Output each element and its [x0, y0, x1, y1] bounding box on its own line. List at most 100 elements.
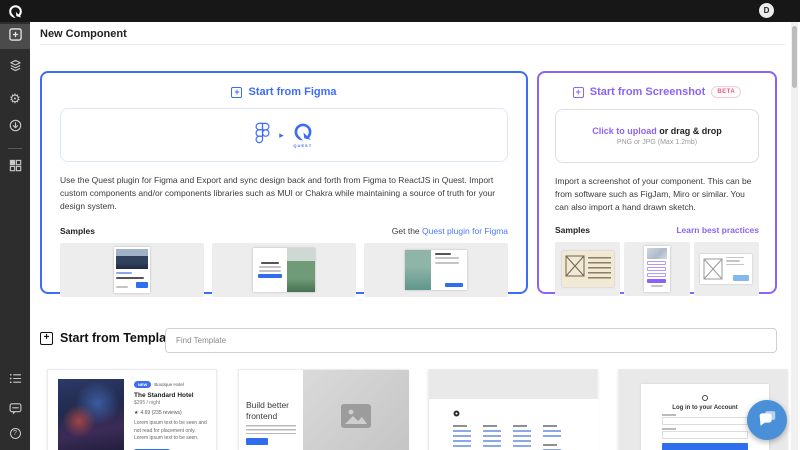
sidebar-item-changelog[interactable] — [0, 370, 30, 392]
text-line — [435, 257, 459, 259]
thumb-button — [647, 279, 666, 284]
start-from-screenshot-header[interactable]: + Start from Screenshot BETA — [539, 86, 775, 98]
login-logo-icon — [702, 395, 708, 401]
screenshot-card-description: Import a screenshot of your component. T… — [555, 175, 759, 215]
thumb-photo — [287, 248, 315, 292]
plugin-link-line: Get the Quest plugin for Figma — [392, 226, 508, 236]
text-line — [726, 257, 744, 259]
hotel-info: NEW Boutique Hotel The Standard Hotel $2… — [134, 381, 210, 450]
hotel-category: Boutique Hotel — [154, 382, 184, 387]
thumb-input — [647, 273, 666, 277]
wireframe-x-icon — [703, 257, 723, 281]
thumb-button — [258, 274, 282, 278]
figma-samples — [60, 243, 508, 297]
thumb-button — [445, 283, 463, 287]
new-badge: NEW — [134, 381, 151, 388]
template-card-hotel[interactable]: NEW Boutique Hotel The Standard Hotel $2… — [47, 369, 217, 450]
gear-icon: ⚙ — [9, 92, 21, 105]
figma-sample-listing-card[interactable] — [60, 243, 204, 297]
click-to-upload-link[interactable]: Click to upload — [592, 126, 657, 136]
text-line — [261, 262, 279, 264]
screenshot-samples — [555, 242, 759, 296]
figma-logo-icon — [255, 122, 270, 149]
list-icon — [9, 372, 22, 390]
link-list — [453, 430, 471, 450]
drag-drop-text: or drag & drop — [657, 126, 722, 136]
left-sidebar: ⚙ ? — [0, 22, 30, 450]
user-avatar[interactable]: D — [759, 3, 774, 18]
thumb-button — [246, 438, 268, 445]
column-header — [453, 425, 467, 427]
screenshot-sample-sketch[interactable] — [555, 242, 620, 296]
template-section-title: Start from Template — [60, 331, 177, 345]
sidebar-item-feedback[interactable] — [0, 400, 30, 422]
hotel-body-text: Lorem ipsum text to be seen and not read… — [134, 420, 210, 443]
sample-thumbnail — [114, 247, 150, 293]
plus-square-icon — [9, 28, 22, 46]
text-line — [116, 272, 132, 274]
image-placeholder-icon — [340, 403, 372, 434]
best-practices-link[interactable]: Learn best practices — [676, 225, 759, 235]
template-card-footer[interactable] — [428, 369, 598, 450]
sidebar-item-components[interactable] — [0, 157, 30, 179]
figma-sample-checkout-form[interactable] — [364, 243, 508, 297]
figma-sample-login-form[interactable] — [212, 243, 356, 297]
column-header — [543, 425, 557, 427]
thumb-input — [662, 431, 748, 439]
hero-text-panel: Build better frontend — [239, 370, 303, 450]
thumb-input — [662, 417, 748, 425]
screenshot-sample-mobile-form[interactable] — [624, 242, 689, 296]
hotel-photo — [58, 379, 124, 450]
upload-dropzone[interactable]: Click to upload or drag & drop PNG or JP… — [555, 109, 759, 163]
link-list — [543, 430, 561, 440]
footer-band — [429, 399, 599, 450]
help-icon: ? — [10, 428, 21, 439]
hero-heading: Build better frontend — [246, 400, 296, 421]
sample-thumbnail — [644, 246, 670, 292]
sidebar-item-new-component[interactable] — [0, 24, 30, 49]
sidebar-item-help[interactable]: ? — [0, 422, 30, 444]
text-line — [435, 262, 459, 264]
screenshot-samples-label: Samples — [555, 225, 590, 235]
quest-logo-blue: QUEST — [293, 122, 313, 148]
quest-logo-icon[interactable] — [8, 4, 23, 19]
scrollbar-thumb[interactable] — [792, 26, 797, 88]
top-bar: D — [0, 0, 800, 22]
plus-icon: + — [231, 87, 242, 98]
download-icon — [9, 119, 22, 137]
grid-icon — [9, 159, 22, 177]
template-card-hero[interactable]: Build better frontend — [238, 369, 408, 450]
hotel-name: The Standard Hotel — [134, 392, 210, 399]
thumb-input — [647, 267, 666, 271]
thumb-photo — [116, 249, 148, 269]
start-from-screenshot-card[interactable]: + Start from Screenshot BETA Click to up… — [537, 71, 777, 294]
start-from-figma-header[interactable]: + Start from Figma — [42, 86, 526, 98]
figma-to-quest-banner: ▸ QUEST — [60, 108, 508, 162]
text-line — [651, 285, 663, 287]
header-divider — [40, 44, 785, 45]
link-list — [483, 430, 501, 450]
start-from-figma-card[interactable]: + Start from Figma ▸ QUES — [40, 71, 528, 294]
find-template-input[interactable] — [165, 328, 777, 353]
sidebar-item-layers[interactable] — [0, 57, 30, 79]
quest-plugin-link[interactable]: Quest plugin for Figma — [422, 226, 508, 236]
arrow-right-icon: ▸ — [279, 131, 284, 140]
plus-icon: + — [40, 332, 53, 345]
sample-thumbnail — [700, 254, 752, 284]
sidebar-item-settings[interactable]: ⚙ — [0, 87, 30, 109]
hotel-rating: 4.69 (235 reviews) — [140, 410, 181, 416]
quest-app-window: D ⚙ — [0, 0, 800, 450]
start-from-template-header[interactable]: + Start from Template — [40, 331, 177, 345]
text-line — [435, 253, 451, 255]
screenshot-sample-wireframe[interactable] — [694, 242, 759, 296]
screenshot-card-title: Start from Screenshot — [590, 86, 706, 98]
sample-thumbnail — [405, 250, 467, 290]
upload-hint: PNG or JPG (Max 1.2mb) — [617, 139, 697, 146]
sidebar-item-export[interactable] — [0, 117, 30, 139]
hero-image-placeholder — [303, 370, 409, 450]
thumb-button — [136, 282, 148, 288]
layers-icon — [9, 59, 22, 77]
intercom-chat-button[interactable] — [747, 400, 787, 440]
wireframe-x-icon — [565, 254, 585, 283]
text-line — [259, 270, 281, 272]
